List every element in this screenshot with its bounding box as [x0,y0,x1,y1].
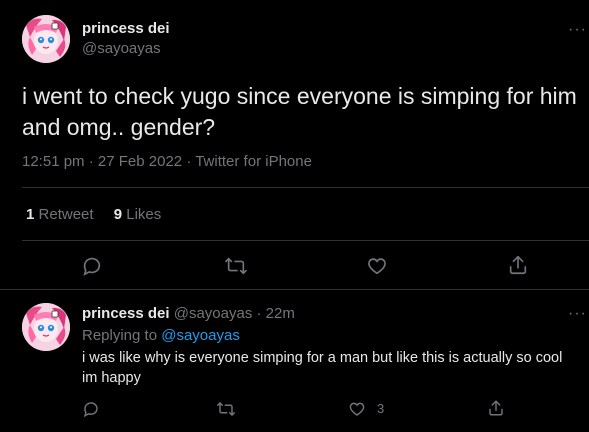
tweet-text-line-2: and omg.. gender? [22,114,216,140]
retweet-label: Retweet [38,206,94,223]
reply-retweet-icon[interactable] [216,400,236,418]
display-name[interactable]: princess dei [82,20,170,37]
replying-to-label: Replying to [82,327,158,344]
tweet-meta: 12:51 pm · 27 Feb 2022 · Twitter for iPh… [22,153,312,170]
reply-like-count: 3 [377,401,385,416]
tweet-time[interactable]: 12:51 pm [22,153,85,170]
reply-display-name[interactable]: princess dei [82,305,170,322]
engagement-stats: 1 Retweet 9 Likes [26,206,161,223]
avatar[interactable] [22,15,70,63]
meta-separator: · [88,153,94,170]
likes-count: 9 [113,206,123,223]
comment-icon[interactable] [81,255,103,277]
reply-time-ago[interactable]: 22m [266,305,295,322]
tweet-source[interactable]: Twitter for iPhone [195,153,312,170]
likes-label: Likes [126,206,162,223]
user-handle[interactable]: @sayoayas [82,40,161,57]
retweet-count: 1 [26,206,35,223]
replying-to-handle[interactable]: @sayoayas [161,327,240,344]
divider [22,187,589,188]
heart-icon[interactable] [366,255,388,277]
reply-header: princess dei @sayoayas · 22m [82,305,295,322]
meta-separator: · [256,305,262,322]
meta-separator: · [186,153,192,170]
reply-heart-icon[interactable] [348,400,366,418]
divider [0,289,589,290]
divider [22,240,589,241]
reply-handle[interactable]: @sayoayas [174,305,253,322]
reply-share-icon[interactable] [487,399,505,417]
retweet-icon[interactable] [224,255,248,277]
replying-to: Replying to @sayoayas [82,327,240,344]
more-options-icon[interactable]: ··· [568,22,587,38]
likes-stat[interactable]: 9 Likes [114,206,162,223]
reply-avatar[interactable] [22,303,70,351]
reply-comment-icon[interactable] [82,400,100,418]
reply-text-line-1: i was like why is everyone simping for a… [82,350,563,366]
tweet-text-line-1: i went to check yugo since everyone is s… [22,83,577,109]
retweet-stat[interactable]: 1 Retweet [26,206,98,223]
tweet-date[interactable]: 27 Feb 2022 [98,153,182,170]
share-icon[interactable] [507,254,529,276]
reply-more-options-icon[interactable]: ··· [568,306,587,322]
reply-text-line-2: im happy [82,370,141,386]
